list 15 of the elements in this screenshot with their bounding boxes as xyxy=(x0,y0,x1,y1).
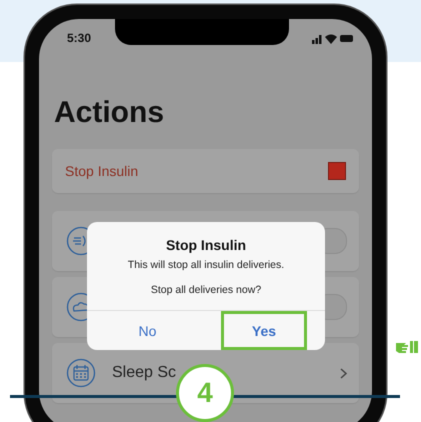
stop-square-icon xyxy=(328,162,346,180)
stop-insulin-label: Stop Insulin xyxy=(65,163,138,179)
screen-title: Actions xyxy=(54,95,166,131)
dialog-message: This will stop all insulin deliveries. xyxy=(128,259,284,271)
dialog-question: Stop all deliveries now? xyxy=(150,284,262,296)
highlighted-button[interactable]: Yes xyxy=(221,311,307,350)
stop-insulin-card[interactable]: Stop Insulin xyxy=(52,149,359,193)
calendar-icon xyxy=(66,358,96,388)
pointing-hand-icon xyxy=(396,341,418,353)
status-time: 5:30 xyxy=(67,31,92,45)
dialog-button[interactable]: No xyxy=(87,311,208,350)
row-label: Sleep Sc xyxy=(112,364,176,382)
dialog-title: Stop Insulin xyxy=(166,237,246,253)
status-icons xyxy=(312,32,354,44)
chevron-icon xyxy=(340,368,347,378)
